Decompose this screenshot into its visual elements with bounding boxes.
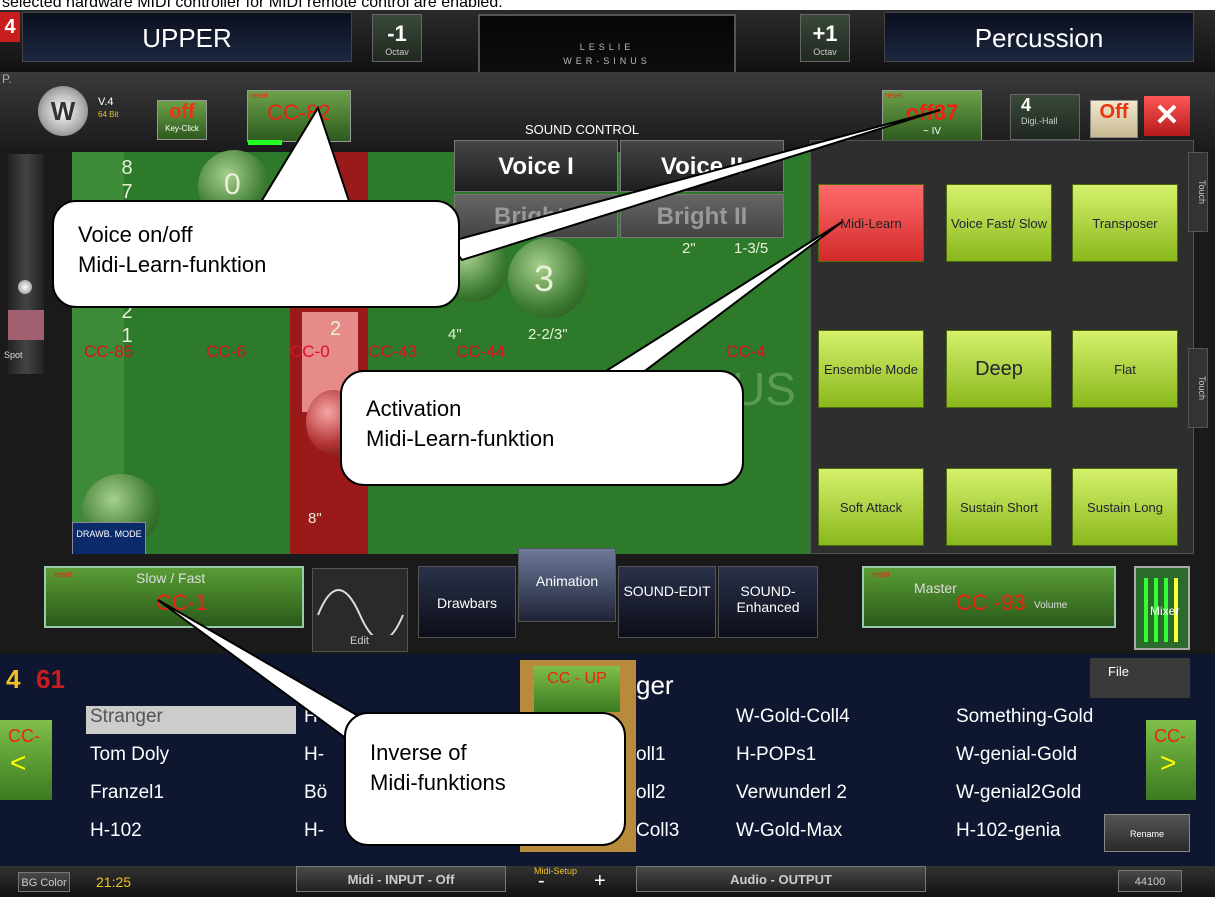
callout-voice-onoff: Voice on/off Midi-Learn-funktion xyxy=(52,200,460,308)
callout-activation: Activation Midi-Learn-funktion xyxy=(340,370,744,486)
callout-inverse: Inverse of Midi-funktions xyxy=(344,712,626,846)
